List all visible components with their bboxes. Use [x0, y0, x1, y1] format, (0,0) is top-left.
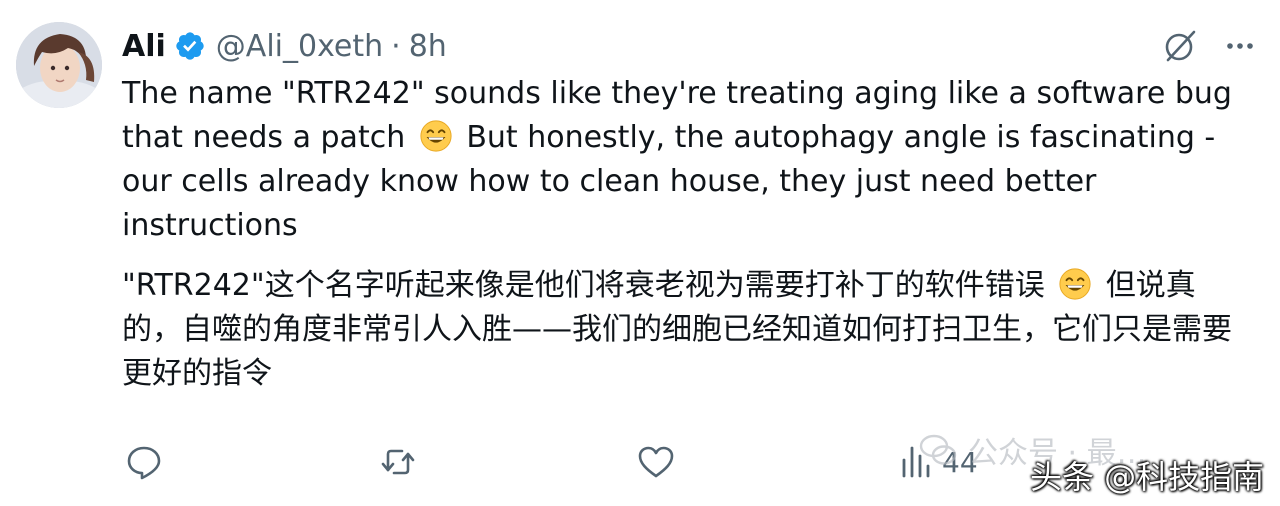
toutiao-watermark: 头条 @科技指南	[1030, 458, 1265, 496]
tweet-action-bar: 44	[124, 442, 1024, 486]
grinning-face-emoji-icon	[420, 120, 452, 152]
tweet-top-actions	[1160, 26, 1260, 66]
grinning-face-emoji-icon	[1059, 268, 1091, 300]
tweet-text-english: The name "RTR242" sounds like they're tr…	[122, 72, 1242, 248]
avatar-image	[16, 22, 102, 108]
reply-icon	[127, 446, 161, 480]
tweet-header: Ali @Ali_0xeth · 8h	[122, 24, 447, 68]
grok-icon[interactable]	[1160, 26, 1200, 66]
retweet-icon	[381, 449, 415, 475]
retweet-button[interactable]	[378, 442, 418, 482]
separator-dot: ·	[391, 28, 401, 64]
wechat-icon	[919, 434, 957, 465]
avatar[interactable]	[16, 22, 102, 108]
author-name[interactable]: Ali	[122, 29, 166, 64]
reply-button[interactable]	[124, 442, 164, 482]
more-options-icon[interactable]	[1220, 26, 1260, 66]
tweet-card[interactable]: Ali @Ali_0xeth · 8h The name "RTR242" so…	[0, 0, 1280, 506]
tweet-text-zh-part1: "RTR242"这个名字听起来像是他们将衰老视为需要打补丁的软件错误	[122, 268, 1045, 303]
verified-badge-icon	[176, 32, 204, 60]
author-handle[interactable]: @Ali_0xeth	[216, 29, 383, 64]
heart-icon	[638, 446, 674, 478]
post-time[interactable]: 8h	[409, 29, 447, 64]
like-button[interactable]	[636, 442, 676, 482]
tweet-text-chinese: "RTR242"这个名字听起来像是他们将衰老视为需要打补丁的软件错误 但说真的，…	[122, 264, 1252, 396]
